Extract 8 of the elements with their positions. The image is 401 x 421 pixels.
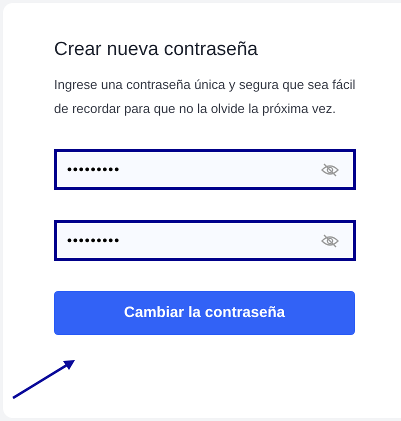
change-password-button[interactable]: Cambiar la contraseña [54,291,355,335]
eye-slash-icon[interactable] [321,162,339,176]
password-field[interactable]: ••••••••• [54,149,356,190]
description: Ingrese una contraseña única y segura que sea fácil de recordar para que no la olvide la próxima vez. [54,76,356,118]
arrow [11,358,77,400]
password-field[interactable]: ••••••••• [54,220,356,261]
heading: Crear nueva contraseña [54,38,259,62]
eye-slash-icon[interactable] [321,234,339,248]
